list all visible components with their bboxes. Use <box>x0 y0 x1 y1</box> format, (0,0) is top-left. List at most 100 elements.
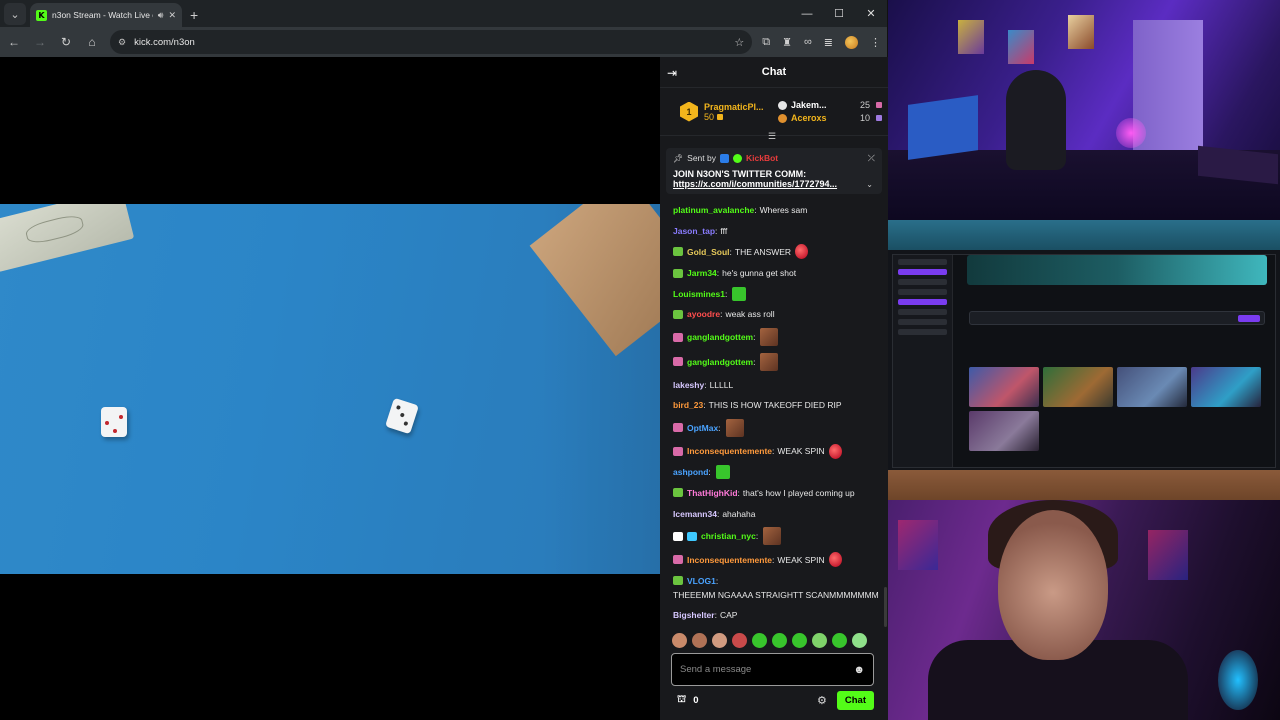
screen-wallpaper-bottom <box>888 470 1280 500</box>
leaderboard-row[interactable]: Jakem... 25 <box>778 100 882 110</box>
chat-text: CAP <box>719 610 738 621</box>
chat-separator: : <box>703 400 706 411</box>
tab-active[interactable]: K n3on Stream - Watch Live o 🔊︎ ✕ <box>30 3 182 27</box>
quick-emote-icon[interactable] <box>772 633 787 648</box>
chat-username[interactable]: VLOG1 <box>687 574 716 588</box>
gift-leaderboard: 1 PragmaticPl... 50 Jakem... 25 Aceroxs … <box>660 88 888 141</box>
pinned-link[interactable]: https://x.com/i/communities/1772794... <box>673 179 858 189</box>
leaderboard-score: 10 <box>859 113 870 123</box>
green-emote-icon[interactable] <box>732 286 747 301</box>
chat-username[interactable]: Icemann34 <box>673 507 717 521</box>
face-emote-icon[interactable] <box>760 352 779 371</box>
incognito-icon[interactable]: ♜ <box>782 36 792 49</box>
video-player[interactable] <box>0 57 660 720</box>
chat-settings-gear-icon[interactable]: ⚙ <box>817 694 827 707</box>
red-gem-emote-icon[interactable] <box>828 552 842 567</box>
link-icon[interactable]: ∞ <box>804 36 812 48</box>
quick-emote-icon[interactable] <box>692 633 707 648</box>
quick-emote-icon[interactable] <box>792 633 807 648</box>
new-tab-button[interactable]: + <box>190 7 198 23</box>
room-camera-feed <box>888 0 1280 220</box>
close-icon[interactable]: ✕ <box>855 0 887 27</box>
face-camera-feed <box>888 500 1280 720</box>
leaderboard-first[interactable]: PragmaticPl... 50 <box>704 102 772 122</box>
chat-username[interactable]: ayoodre <box>687 307 720 321</box>
quick-emote-icon[interactable] <box>712 633 727 648</box>
tab-title: n3on Stream - Watch Live o <box>52 10 153 20</box>
chat-username[interactable]: Bigshelter <box>673 608 715 622</box>
chat-username[interactable]: bird_23 <box>673 398 703 412</box>
send-chat-button[interactable]: Chat <box>836 690 874 710</box>
face-emote-icon[interactable] <box>760 328 779 347</box>
maximize-icon[interactable]: ☐ <box>823 0 855 27</box>
chat-username[interactable]: Inconsequentemente <box>687 553 772 567</box>
chevron-down-icon[interactable]: ⌄ <box>866 180 873 189</box>
chat-scrollbar[interactable] <box>884 587 887 627</box>
quick-emote-icon[interactable] <box>732 633 747 648</box>
reading-list-icon[interactable]: ≣ <box>824 36 833 49</box>
filter-icon[interactable]: ☰ <box>768 131 776 142</box>
chat-username[interactable]: Jarm34 <box>687 266 717 280</box>
reload-icon[interactable]: ↻ <box>58 35 74 49</box>
url-field[interactable]: ⚙ kick.com/n3on ☆ <box>110 30 753 54</box>
wall-art <box>1148 530 1188 580</box>
chat-text: WEAK SPIN <box>777 554 825 565</box>
chat-username[interactable]: ThatHighKid <box>687 486 738 500</box>
chat-username[interactable]: Jason_tap <box>673 224 715 238</box>
emoji-picker-icon[interactable]: ☻ <box>853 664 865 676</box>
chat-messages[interactable]: platinum_avalanche: Wheres sam Jason_tap: f… <box>660 203 888 627</box>
chat-message: platinum_avalanche: Wheres sam <box>673 203 882 217</box>
green-emote-icon[interactable] <box>715 465 730 480</box>
chat-username[interactable]: OptMax <box>687 421 718 435</box>
pinned-sender[interactable]: KickBot <box>746 153 778 163</box>
chat-username[interactable]: Louismines1 <box>673 287 725 301</box>
close-tab-icon[interactable]: ✕ <box>168 10 176 21</box>
back-arrow-icon[interactable]: ← <box>6 35 22 49</box>
site-info-icon[interactable]: ⚙ <box>118 37 126 48</box>
chat-message: ayoodre: weak ass roll <box>673 307 882 321</box>
chat-username[interactable]: Inconsequentemente <box>687 444 772 458</box>
face-emote-icon[interactable] <box>763 527 782 546</box>
quick-emote-icon[interactable] <box>852 633 867 648</box>
menu-kebab-icon[interactable]: ⋮ <box>870 36 881 49</box>
speaker-icon[interactable]: 🔊︎ <box>158 10 164 21</box>
quick-emote-icon[interactable] <box>832 633 847 648</box>
chat-username[interactable]: ashpond <box>673 465 708 479</box>
chat-input[interactable] <box>680 664 854 675</box>
profile-avatar-icon[interactable] <box>845 35 858 49</box>
screen-main <box>957 255 1275 467</box>
chat-username[interactable]: ganglandgottem <box>687 355 753 369</box>
chat-separator: : <box>720 309 723 320</box>
chat-message: ThatHighKid: that's how I played coming u… <box>673 486 882 500</box>
home-icon[interactable]: ⌂ <box>84 35 100 49</box>
unpin-icon[interactable]: ⤫ <box>868 153 875 164</box>
chat-separator: : <box>772 554 775 565</box>
quick-emote-icon[interactable] <box>672 633 687 648</box>
quick-emote-icon[interactable] <box>812 633 827 648</box>
video-frame[interactable] <box>0 204 660 574</box>
minimize-icon[interactable]: — <box>791 0 823 27</box>
forward-arrow-icon[interactable]: → <box>32 35 48 49</box>
face-emote-icon[interactable] <box>725 418 744 437</box>
user-badge-icon <box>673 423 683 433</box>
chat-text: THIS IS HOW TAKEOFF DIED RIP <box>708 400 842 411</box>
red-gem-emote-icon[interactable] <box>828 443 842 459</box>
user-badge-icon <box>673 446 683 456</box>
chat-username[interactable]: christian_nyc <box>701 529 756 543</box>
chat-separator: : <box>715 575 719 586</box>
quick-emote-icon[interactable] <box>752 633 767 648</box>
chat-username[interactable]: platinum_avalanche <box>673 203 754 217</box>
tab-search-button[interactable]: ⌄ <box>4 3 26 25</box>
bookmark-star-icon[interactable]: ☆ <box>734 36 744 49</box>
collapse-chat-icon[interactable]: ⇥ <box>667 66 677 80</box>
red-gem-emote-icon[interactable] <box>795 244 809 260</box>
bronze-medal-icon <box>778 113 787 123</box>
gift-icon <box>716 113 723 120</box>
channel-points[interactable]: ⛫ 0 <box>671 694 699 707</box>
leaderboard-row[interactable]: Aceroxs 10 <box>778 113 882 123</box>
chat-username[interactable]: ganglandgottem <box>687 330 753 344</box>
leaderboard-name: Aceroxs <box>791 113 827 123</box>
chat-username[interactable]: lakeshy <box>673 378 704 392</box>
extensions-icon[interactable]: ⧉ <box>762 36 770 49</box>
chat-username[interactable]: Gold_Soul <box>687 245 730 259</box>
